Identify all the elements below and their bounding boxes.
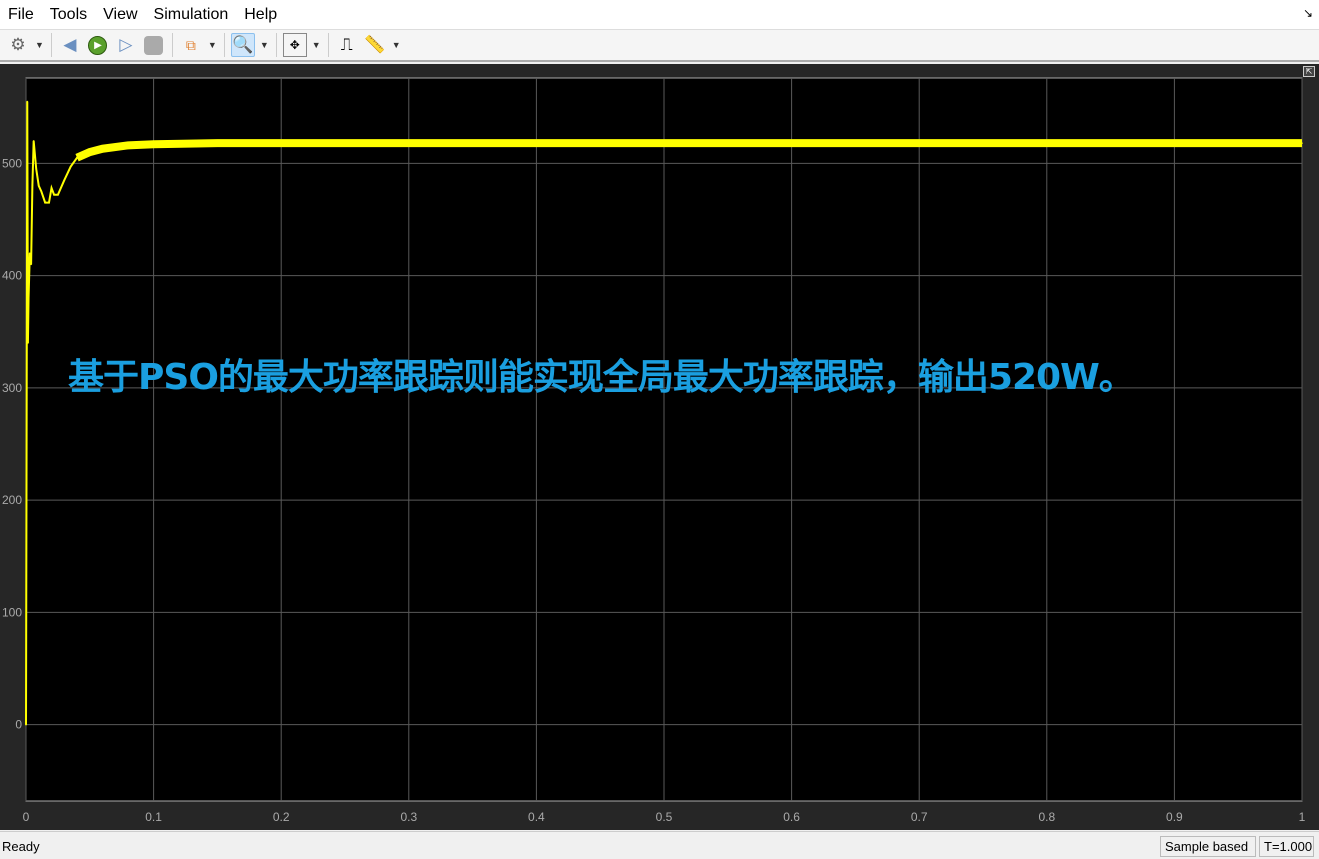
data-point	[790, 142, 793, 144]
data-point	[44, 201, 46, 204]
x-tick-label: 0.5	[656, 810, 673, 824]
undock-icon[interactable]: ⇱	[1303, 66, 1315, 77]
y-tick-label: 400	[2, 269, 22, 283]
menu-bar: File Tools View Simulation Help ↘	[0, 0, 1319, 29]
data-point	[32, 140, 35, 142]
menu-help[interactable]: Help	[236, 6, 285, 24]
data-point	[27, 342, 29, 344]
measurements-icon[interactable]: 📏	[363, 33, 387, 57]
dock-arrow-icon[interactable]: ↘	[1303, 6, 1313, 20]
status-time: T=1.000	[1259, 836, 1314, 857]
data-point	[37, 184, 40, 187]
separator	[171, 33, 173, 57]
scope-figure: 0 0.1 0.2 0.3 0.4 0.5 0.6 0.7 0.8 0.9 1 0 100 200 300 4…	[0, 64, 1319, 830]
chevron-down-icon[interactable]: ▼	[35, 40, 44, 50]
data-point	[31, 184, 34, 187]
triggers-icon[interactable]: ⎍	[335, 33, 359, 57]
data-point	[40, 190, 43, 193]
x-tick-label: 0.2	[273, 810, 290, 824]
x-tick-label: 0.3	[400, 810, 417, 824]
data-point	[89, 151, 91, 153]
x-tick-label: 0.1	[145, 810, 162, 824]
data-point	[152, 143, 155, 146]
data-point	[535, 142, 538, 144]
x-tick-label: 0.8	[1038, 810, 1055, 824]
step-forward-icon[interactable]: ▷	[114, 33, 138, 57]
y-tick-label: 100	[2, 605, 22, 619]
data-point	[101, 147, 104, 150]
y-tick-label: 300	[2, 381, 22, 395]
data-point	[76, 156, 78, 159]
separator	[223, 33, 225, 57]
gear-icon[interactable]: ⚙	[6, 33, 30, 57]
menu-tools[interactable]: Tools	[42, 6, 95, 24]
data-point	[918, 142, 920, 144]
data-point	[69, 165, 72, 168]
data-point	[663, 142, 665, 144]
annotation-text: 基于PSO的最大功率跟踪则能实现全局最大功率跟踪，输出520W。	[68, 357, 1135, 398]
menu-view[interactable]: View	[95, 6, 145, 24]
y-tick-label: 500	[2, 156, 22, 170]
menu-simulation[interactable]: Simulation	[146, 6, 237, 24]
data-point	[53, 193, 55, 196]
y-tick-label: 0	[15, 718, 22, 732]
separator	[327, 33, 329, 57]
status-bar: Ready Sample based T=1.000	[0, 831, 1319, 859]
data-point	[408, 142, 410, 144]
data-point	[26, 100, 29, 103]
data-point	[27, 297, 30, 299]
x-tick-label: 0	[23, 810, 30, 824]
autoscale-icon[interactable]: ✥	[282, 33, 307, 57]
status-ready: Ready	[2, 839, 40, 854]
data-point	[35, 168, 38, 170]
x-tick-label: 0.9	[1166, 810, 1183, 824]
data-point	[1046, 142, 1048, 144]
step-back-icon[interactable]: ◀	[58, 33, 82, 57]
data-point	[25, 723, 27, 726]
data-point	[48, 201, 50, 204]
x-tick-label: 0.4	[528, 810, 545, 824]
status-mode: Sample based	[1160, 836, 1256, 857]
data-point	[57, 193, 59, 196]
chevron-down-icon[interactable]: ▼	[312, 40, 321, 50]
data-point	[29, 252, 31, 254]
highlight-block-icon[interactable]: ⧉	[179, 33, 203, 57]
separator	[50, 33, 52, 57]
y-tick-label: 200	[2, 493, 22, 507]
scope-plot[interactable]: 0 0.1 0.2 0.3 0.4 0.5 0.6 0.7 0.8 0.9 1 0 100 200 300 4…	[0, 64, 1319, 830]
toolbar: ⚙ ▼ ◀ ▶ ▷ ⧉ ▼ 🔍 ▼ ✥ ▼ ⎍ 📏 ▼	[0, 29, 1319, 62]
chevron-down-icon[interactable]: ▼	[208, 40, 217, 50]
data-point	[1301, 142, 1303, 144]
data-point	[280, 142, 283, 144]
data-point	[127, 144, 129, 147]
chevron-down-icon[interactable]: ▼	[260, 40, 269, 50]
data-point	[30, 263, 32, 266]
x-tick-label: 1	[1299, 810, 1306, 824]
data-point	[216, 142, 219, 144]
zoom-in-icon[interactable]: 🔍	[230, 33, 255, 57]
x-tick-label: 0.7	[911, 810, 928, 824]
run-icon[interactable]: ▶	[86, 33, 110, 57]
separator	[275, 33, 277, 57]
data-point	[50, 187, 53, 189]
x-tick-label: 0.6	[783, 810, 800, 824]
stop-icon[interactable]	[142, 33, 166, 57]
data-point	[1173, 142, 1176, 144]
data-point	[63, 179, 66, 181]
chevron-down-icon[interactable]: ▼	[392, 40, 401, 50]
menu-file[interactable]: File	[0, 6, 42, 24]
